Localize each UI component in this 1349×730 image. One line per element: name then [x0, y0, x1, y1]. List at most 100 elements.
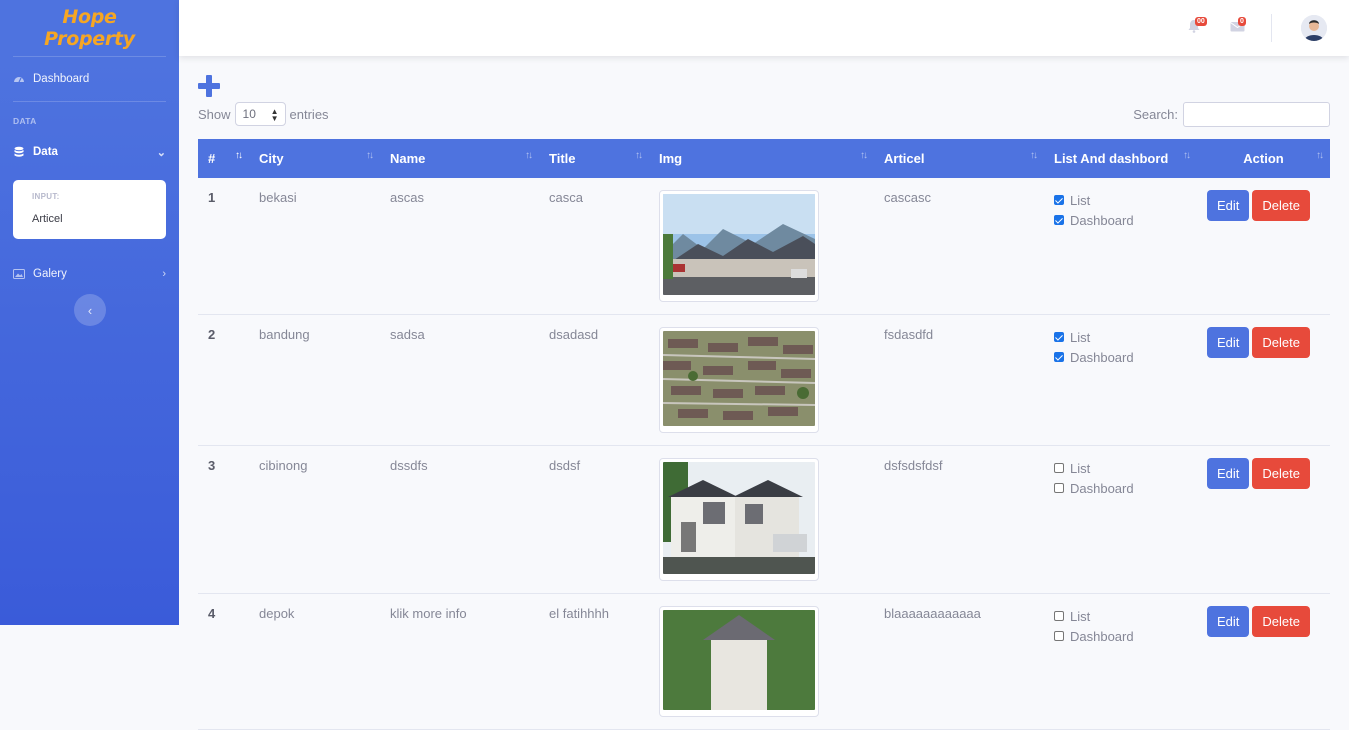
- add-icon[interactable]: [198, 75, 220, 97]
- cell-num: 2: [198, 314, 249, 446]
- data-collapse-menu: INPUT: Articel: [13, 180, 166, 239]
- entries-length: Show 10 ▲ ▼ entries: [198, 102, 329, 126]
- brand-logo[interactable]: Hope Property: [13, 0, 166, 57]
- user-avatar[interactable]: [1301, 15, 1327, 41]
- checkbox-checked-icon: [1054, 352, 1064, 362]
- show-label: Show: [198, 106, 231, 122]
- checkbox-label: List: [1070, 460, 1091, 476]
- delete-button[interactable]: Delete: [1252, 327, 1310, 358]
- edit-button[interactable]: Edit: [1207, 190, 1250, 221]
- delete-button[interactable]: Delete: [1252, 190, 1310, 221]
- sidebar-toggle-button[interactable]: ‹: [74, 294, 106, 326]
- cell-action: Edit Delete: [1197, 314, 1330, 446]
- column-header-name[interactable]: Name ↑↓: [380, 139, 539, 178]
- sidebar-item-data[interactable]: Data ⌄: [0, 130, 179, 174]
- cell-img: [649, 445, 874, 594]
- sidebar-item-label: Dashboard: [33, 73, 90, 85]
- entries-label: entries: [289, 106, 329, 122]
- search-input[interactable]: [1183, 101, 1330, 127]
- cell-action: Edit Delete: [1197, 593, 1330, 730]
- checkbox-checked-icon: [1054, 195, 1064, 205]
- sort-icon: ↑↓: [525, 150, 533, 161]
- checkbox-unchecked-icon: [1054, 463, 1064, 473]
- column-header-articel[interactable]: Articel ↑↓: [874, 139, 1044, 178]
- property-image: [659, 606, 819, 717]
- brand-line-2: Property: [44, 28, 135, 50]
- checkbox-unchecked-icon: [1054, 483, 1064, 493]
- delete-button[interactable]: Delete: [1252, 606, 1310, 637]
- cell-action: Edit Delete: [1197, 445, 1330, 594]
- column-header-list-dashbord[interactable]: List And dashbord ↑↓: [1044, 139, 1197, 178]
- edit-button[interactable]: Edit: [1207, 458, 1250, 489]
- cell-city: bekasi: [249, 178, 380, 315]
- list-checkbox[interactable]: List: [1054, 606, 1187, 626]
- checkbox-label: Dashboard: [1070, 212, 1134, 228]
- collapse-heading: INPUT:: [32, 192, 60, 201]
- list-checkbox[interactable]: List: [1054, 327, 1187, 347]
- entries-select[interactable]: 10 ▲ ▼: [234, 102, 286, 126]
- cell-title: dsdsf: [539, 445, 649, 594]
- dashboard-checkbox[interactable]: Dashboard: [1054, 347, 1187, 367]
- dashboard-checkbox[interactable]: Dashboard: [1054, 210, 1187, 230]
- list-checkbox[interactable]: List: [1054, 458, 1187, 478]
- entries-value: 10: [242, 107, 256, 121]
- column-header-label: City: [259, 151, 284, 166]
- topbar-divider: [1271, 14, 1272, 42]
- sort-asc-icon: ↑↓: [235, 150, 243, 161]
- property-image: [659, 190, 819, 302]
- messages-count-badge: 0: [1238, 17, 1246, 26]
- cell-name: ascas: [380, 178, 539, 315]
- messages-button[interactable]: 0: [1230, 17, 1246, 35]
- table-row: 2 bandung sadsa dsadasd fsdasdfd List Da…: [198, 314, 1330, 446]
- image-icon: [13, 269, 25, 279]
- column-header-city[interactable]: City ↑↓: [249, 139, 380, 178]
- search-label: Search:: [1133, 106, 1178, 122]
- edit-button[interactable]: Edit: [1207, 327, 1250, 358]
- cell-img: [649, 314, 874, 446]
- cell-action: Edit Delete: [1197, 178, 1330, 315]
- sort-icon: ↑↓: [860, 150, 868, 161]
- brand-line-1: Hope: [62, 6, 117, 28]
- alerts-button[interactable]: 00: [1187, 17, 1207, 35]
- cell-list-dashboard: List Dashboard: [1044, 314, 1197, 446]
- delete-button[interactable]: Delete: [1252, 458, 1310, 489]
- property-image: [659, 458, 819, 581]
- checkbox-label: List: [1070, 608, 1091, 624]
- table-header-row: # ↑↓ City ↑↓ Name ↑↓ Title ↑↓ Img ↑↓ Articel ↑…: [198, 139, 1330, 178]
- edit-button[interactable]: Edit: [1207, 606, 1250, 637]
- dashboard-checkbox[interactable]: Dashboard: [1054, 626, 1187, 646]
- dashboard-checkbox[interactable]: Dashboard: [1054, 478, 1187, 498]
- column-header-label: Name: [390, 151, 426, 166]
- column-header-num[interactable]: # ↑↓: [198, 139, 249, 178]
- list-checkbox[interactable]: List: [1054, 190, 1187, 210]
- collapse-item-articel[interactable]: Articel: [13, 209, 166, 231]
- sidebar-item-galery[interactable]: Galery ›: [0, 252, 179, 296]
- table-row: 3 cibinong dssdfs dsdsf dsfsdsfdsf List …: [198, 445, 1330, 594]
- cell-name: klik more info: [380, 593, 539, 730]
- sidebar-item-label: Galery: [33, 268, 67, 280]
- cell-img: [649, 178, 874, 315]
- user-avatar-icon: [1301, 15, 1327, 41]
- chevron-right-icon: ›: [162, 268, 166, 280]
- select-arrows-icon: ▲ ▼: [270, 107, 279, 123]
- cell-num: 1: [198, 178, 249, 315]
- database-icon: [14, 146, 24, 157]
- cell-title: casca: [539, 178, 649, 315]
- column-header-label: Action: [1243, 151, 1284, 166]
- sidebar-item-dashboard[interactable]: Dashboard: [0, 57, 179, 101]
- column-header-img[interactable]: Img ↑↓: [649, 139, 874, 178]
- cell-num: 3: [198, 445, 249, 594]
- property-image: [659, 327, 819, 433]
- column-header-action[interactable]: Action ↑↓: [1197, 139, 1330, 178]
- column-header-label: Img: [659, 151, 683, 166]
- sidebar: Hope Property Dashboard DATA Data ⌄ INPU…: [0, 0, 179, 625]
- data-table: # ↑↓ City ↑↓ Name ↑↓ Title ↑↓ Img ↑↓ Articel ↑…: [198, 139, 1330, 730]
- column-header-title[interactable]: Title ↑↓: [539, 139, 649, 178]
- aerial-photo: [662, 331, 816, 426]
- house-photo: [663, 194, 815, 295]
- sidebar-item-label: Data: [33, 146, 58, 158]
- checkbox-unchecked-icon: [1054, 631, 1064, 641]
- checkbox-checked-icon: [1054, 215, 1064, 225]
- sort-icon: ↑↓: [635, 150, 643, 161]
- house-photo: [663, 462, 815, 574]
